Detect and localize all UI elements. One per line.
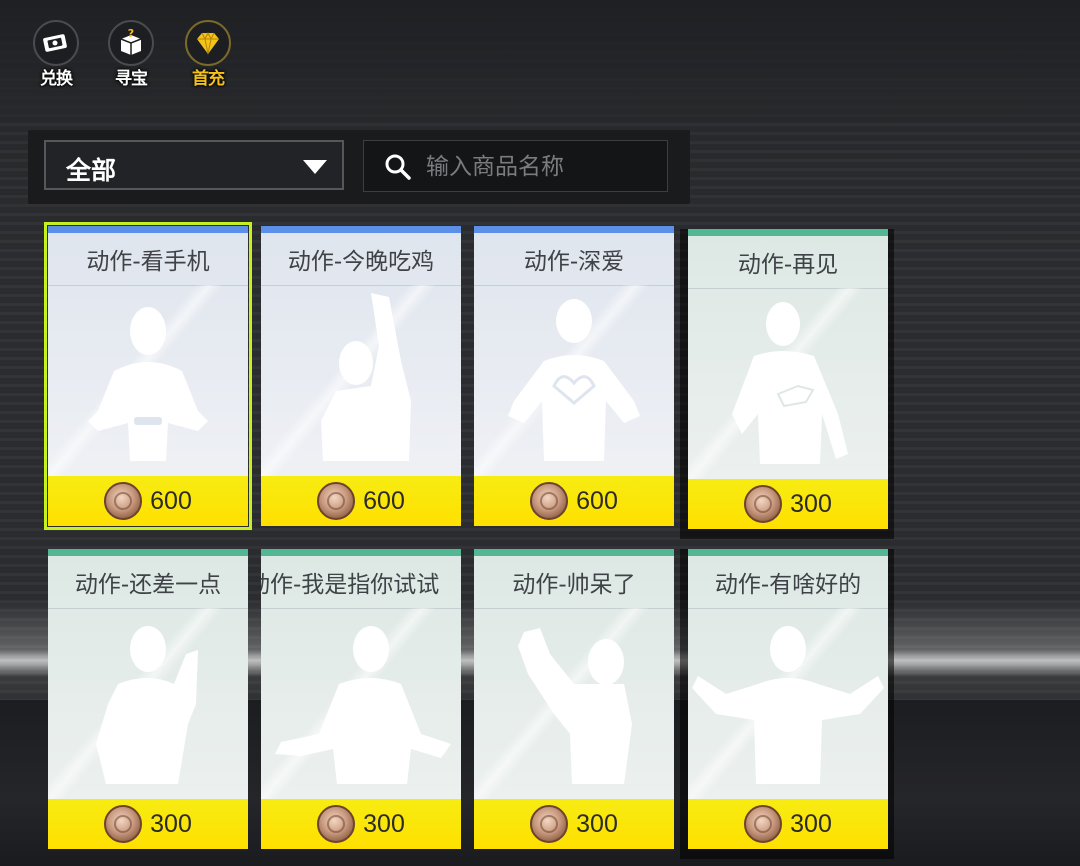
item-card-look-phone[interactable]: 动作-看手机 600: [44, 222, 252, 530]
price-tag: 300: [688, 799, 888, 849]
price-amount: 300: [790, 809, 832, 838]
price-amount: 600: [576, 486, 618, 515]
coin-icon: [317, 482, 356, 520]
item-card-whats-good[interactable]: 动作-有啥好的 300: [688, 549, 888, 849]
first-recharge-label: 首充: [192, 69, 225, 89]
svg-text:?: ?: [128, 28, 134, 40]
item-card-i-mean-you[interactable]: 动作-我是指你试试 300: [261, 549, 461, 849]
coin-icon: [530, 805, 569, 843]
item-card-deep-love[interactable]: 动作-深爱 600: [474, 226, 674, 526]
price-tag: 300: [261, 799, 461, 849]
coin-icon: [104, 482, 143, 520]
price-tag: 300: [474, 799, 674, 849]
item-title: 动作-今晚吃鸡: [287, 249, 435, 275]
price-amount: 600: [150, 486, 192, 515]
price-tag: 600: [261, 476, 461, 526]
pose-so-cool-figure: [518, 628, 632, 784]
price-tag: 600: [474, 476, 674, 526]
price-amount: 600: [363, 486, 405, 515]
item-title: 动作-深爱: [523, 249, 625, 275]
exchange-label: 兑换: [40, 69, 73, 89]
coin-icon: [317, 805, 356, 843]
treasure-hunt-label: 寻宝: [115, 69, 148, 89]
category-dropdown[interactable]: 全部: [44, 140, 344, 190]
pose-shrug-figure: [275, 626, 451, 784]
item-card-winner-dinner[interactable]: 动作-今晚吃鸡 600: [261, 226, 461, 526]
coin-icon: [744, 805, 783, 843]
price-amount: 300: [790, 489, 832, 518]
exchange-ticket-icon: [33, 20, 79, 66]
item-title: 动作-有啥好的: [714, 572, 862, 598]
item-card-so-cool[interactable]: 动作-帅呆了 300: [474, 549, 674, 849]
price-tag: 300: [688, 479, 888, 529]
search-box[interactable]: [363, 140, 668, 192]
price-amount: 300: [150, 809, 192, 838]
item-title: 动作-还差一点: [74, 572, 222, 598]
coin-icon: [530, 482, 569, 520]
pose-almost-figure: [96, 626, 198, 784]
item-title: 动作-再见: [737, 252, 839, 278]
item-title: 动作-我是指你试试: [261, 572, 440, 598]
background-top: [0, 0, 1080, 120]
item-title: 动作-看手机: [86, 249, 210, 275]
category-value: 全部: [66, 156, 117, 185]
price-tag: 600: [48, 476, 248, 526]
coin-icon: [744, 485, 783, 523]
price-tag: 300: [48, 799, 248, 849]
item-card-goodbye[interactable]: 动作-再见 300: [688, 229, 888, 529]
pose-whats-good-figure: [692, 626, 884, 784]
first-recharge-button[interactable]: 首充: [182, 20, 234, 89]
pose-look-phone-figure: [88, 307, 208, 461]
item-title: 动作-帅呆了: [512, 572, 636, 598]
chevron-down-icon: [302, 159, 328, 179]
pose-heart-hands-figure: [508, 299, 640, 461]
mystery-box-icon: ?: [108, 20, 154, 66]
price-amount: 300: [576, 809, 618, 838]
price-amount: 300: [363, 809, 405, 838]
exchange-button[interactable]: 兑换: [30, 20, 82, 89]
pose-winner-dinner-figure: [321, 293, 411, 461]
search-input[interactable]: [424, 147, 658, 187]
item-card-almost[interactable]: 动作-还差一点 300: [48, 549, 248, 849]
diamond-icon: [185, 20, 231, 66]
coin-icon: [104, 805, 143, 843]
treasure-hunt-button[interactable]: ? 寻宝: [105, 20, 157, 89]
search-icon: [384, 153, 412, 185]
pose-goodbye-figure: [732, 302, 848, 464]
